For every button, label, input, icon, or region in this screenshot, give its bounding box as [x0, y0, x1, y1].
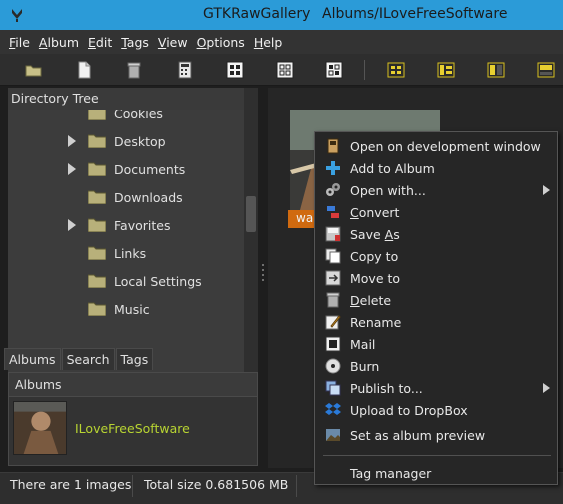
move-icon — [325, 270, 341, 286]
title-bar: GTKRawGallery Albums/ILoveFreeSoftware — [0, 0, 563, 30]
menu-item-burn[interactable]: Burn — [315, 355, 557, 377]
menu-help[interactable]: Help — [254, 35, 283, 50]
menu-item-open-development[interactable]: Open on development window — [315, 135, 557, 157]
folder-icon — [88, 218, 106, 232]
status-divider — [296, 475, 297, 497]
tree-item[interactable]: Favorites — [8, 212, 244, 240]
grid-2-icon[interactable] — [276, 61, 294, 79]
tree-item[interactable]: Local Settings — [8, 268, 244, 296]
menu-item-open-with[interactable]: Open with... — [315, 179, 557, 201]
folder-icon — [88, 162, 106, 176]
toolbar-separator — [364, 60, 365, 80]
folder-icon — [88, 302, 106, 316]
menu-item-mail[interactable]: Mail — [315, 333, 557, 355]
folder-icon — [88, 274, 106, 288]
folder-icon — [88, 190, 106, 204]
publish-icon — [325, 380, 341, 396]
monitor-icon — [327, 138, 339, 154]
menu-item-save-as[interactable]: Save As — [315, 223, 557, 245]
albums-panel: Albums ILoveFreeSoftware — [8, 372, 258, 466]
submenu-arrow-icon — [543, 185, 550, 195]
expand-arrow-icon[interactable] — [68, 135, 76, 147]
menu-item-move-to[interactable]: Move to — [315, 267, 557, 289]
open-folder-icon[interactable] — [25, 61, 43, 79]
mail-icon — [325, 336, 341, 352]
save-as-icon — [325, 226, 341, 242]
app-title: GTKRawGallery — [203, 6, 311, 22]
layout-side-icon[interactable] — [437, 61, 455, 79]
layout-left-icon[interactable] — [487, 61, 505, 79]
toolbar — [0, 54, 563, 86]
splitter-handle[interactable] — [261, 262, 265, 282]
tree-item[interactable]: Cookies — [8, 110, 244, 128]
calculator-icon[interactable] — [176, 61, 194, 79]
menu-item-publish-to[interactable]: Publish to... — [315, 377, 557, 399]
trash-icon[interactable] — [125, 61, 143, 79]
menu-item-add-to-album[interactable]: Add to Album — [315, 157, 557, 179]
menu-edit[interactable]: Edit — [88, 35, 112, 50]
dropbox-icon — [325, 403, 341, 415]
tree-item[interactable]: Documents — [8, 156, 244, 184]
menu-item-rename[interactable]: Rename — [315, 311, 557, 333]
scrollbar-thumb[interactable] — [246, 196, 256, 232]
image-count-status: There are 1 images — [10, 477, 132, 492]
context-menu: Open on development window Add to Album … — [314, 131, 558, 485]
album-thumbnail — [13, 401, 67, 455]
tree-vertical-scrollbar[interactable] — [244, 88, 258, 406]
menu-item-set-album-preview[interactable]: Set as album preview — [315, 424, 557, 446]
menu-item-copy-to[interactable]: Copy to — [315, 245, 557, 267]
folder-icon — [88, 246, 106, 260]
menu-bar: File Album Edit Tags View Options Help — [0, 30, 563, 54]
total-size-status: Total size 0.681506 MB — [144, 477, 289, 492]
convert-icon — [327, 206, 339, 218]
window-title: Albums/ILoveFreeSoftware — [322, 6, 508, 22]
menu-item-upload-dropbox[interactable]: Upload to DropBox — [315, 399, 557, 421]
album-list-item[interactable]: ILoveFreeSoftware — [13, 401, 249, 459]
delete-icon — [326, 292, 340, 308]
status-divider — [132, 475, 133, 497]
menu-options[interactable]: Options — [197, 35, 245, 50]
directory-tree-header: Directory Tree — [8, 88, 258, 110]
menu-album[interactable]: Album — [39, 35, 79, 50]
tree-item[interactable]: Music — [8, 296, 244, 324]
submenu-arrow-icon — [543, 383, 550, 393]
new-file-icon[interactable] — [75, 61, 93, 79]
layout-grid-icon[interactable] — [387, 61, 405, 79]
grid-3-icon[interactable] — [325, 61, 343, 79]
rename-icon — [325, 315, 341, 330]
tab-albums[interactable]: Albums — [4, 348, 61, 370]
menu-item-delete[interactable]: Delete — [315, 289, 557, 311]
tab-search[interactable]: Search — [61, 348, 115, 370]
gears-icon — [326, 183, 340, 196]
disc-icon — [325, 358, 341, 374]
albums-column-header[interactable]: Albums — [9, 373, 257, 397]
copy-icon — [325, 248, 341, 264]
tree-item[interactable]: Downloads — [8, 184, 244, 212]
menu-separator — [323, 455, 551, 456]
tab-bar: Albums Search Tags — [4, 348, 154, 370]
grid-1-icon[interactable] — [226, 61, 244, 79]
image-icon — [326, 429, 340, 441]
expand-arrow-icon[interactable] — [68, 163, 76, 175]
folder-icon — [88, 110, 106, 120]
folder-icon — [88, 134, 106, 148]
menu-file[interactable]: File — [9, 35, 30, 50]
menu-view[interactable]: View — [158, 35, 188, 50]
album-name: ILoveFreeSoftware — [75, 421, 190, 436]
expand-arrow-icon[interactable] — [68, 219, 76, 231]
menu-item-convert[interactable]: Convert — [315, 201, 557, 223]
menu-item-tag-manager[interactable]: Tag manager — [315, 462, 557, 484]
plus-icon — [326, 161, 340, 175]
menu-tags[interactable]: Tags — [121, 35, 149, 50]
tree-item[interactable]: Desktop — [8, 128, 244, 156]
tab-tags[interactable]: Tags — [115, 348, 154, 370]
tree-item[interactable]: Links — [8, 240, 244, 268]
layout-bottom-icon[interactable] — [537, 61, 555, 79]
app-icon — [12, 9, 22, 22]
